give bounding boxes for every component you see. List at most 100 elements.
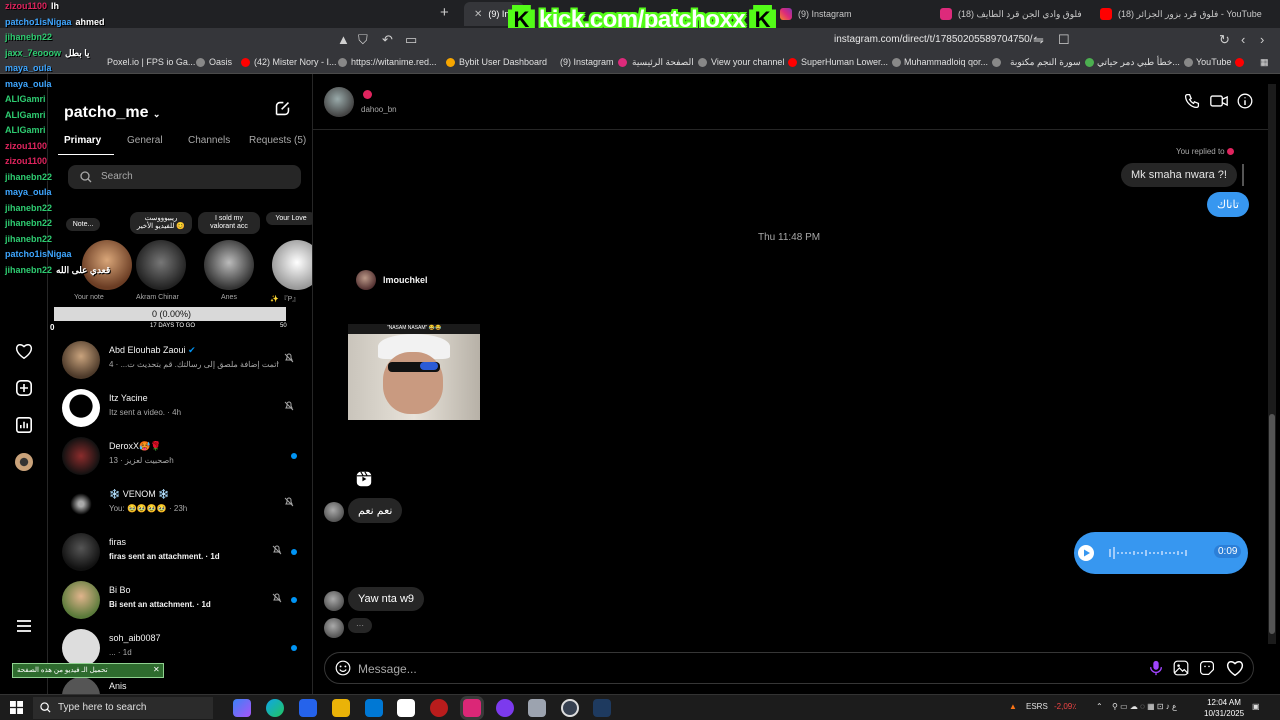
app-icon[interactable] [561,699,579,717]
menu-icon[interactable] [12,614,36,638]
create-icon[interactable] [12,376,36,400]
unread-dot [291,597,297,603]
phone-icon[interactable] [1184,93,1200,112]
conversation-item[interactable]: firas firas sent an attachment. · 1d [48,528,312,576]
screen-icon[interactable]: ▭ [405,32,417,48]
tab-primary[interactable]: Primary [64,135,101,146]
tab-underline [58,154,114,155]
dashboard-icon[interactable] [12,413,36,437]
conversation-item[interactable]: Itz Yacine Itz sent a video. · 4h [48,384,312,432]
tab-youtube-1[interactable]: (18) فلوق وادي الجن قرد الطايف [930,2,1105,26]
bookmark-muhammad[interactable]: Muhammadloiq qor... [904,57,1002,67]
conversation-item[interactable]: DeroxX🥵🌹 صحبيت لعزيز · 13h [48,432,312,480]
conversation-item[interactable]: Bi Bo Bi sent an attachment. · 1d [48,576,312,624]
scrollbar-thumb[interactable] [1269,414,1275,634]
chat-scrollbar[interactable] [1268,84,1276,644]
muted-bell-icon [284,400,294,414]
steam-icon[interactable] [593,699,611,717]
file-explorer-icon[interactable] [332,699,350,717]
bookmark-superhuman[interactable]: SuperHuman Lower... [801,57,902,67]
nav-back-icon[interactable]: ‹ [1241,32,1245,47]
discord-icon[interactable] [496,699,514,717]
tab-requests[interactable]: Requests (5) [249,135,306,146]
account-switcher[interactable]: patcho_me ⌄ [64,104,160,122]
bookmark-bybit[interactable]: Bybit User Dashboard [446,57,547,67]
bookmark-surah[interactable]: سورة النجم مكتوبة [1010,57,1094,68]
store-icon[interactable] [299,699,317,717]
close-tab-icon[interactable]: ✕ [474,9,482,20]
avatar [204,240,254,290]
emoji-icon[interactable] [335,660,351,679]
bookmark-oasis[interactable]: Oasis [196,57,232,67]
avatar [82,240,132,290]
bookmark-youtube[interactable]: YouTube [1196,57,1245,67]
url-field[interactable]: instagram.com/direct/t/17850205589704750… [834,34,1032,45]
info-icon[interactable] [1237,93,1253,112]
shared-reel-thumbnail[interactable]: "NASAM NASAM" 😂😂 [348,324,480,420]
message-incoming[interactable]: Yaw nta w9 [348,587,425,611]
tab-instagram[interactable]: (9) Instagram [770,2,890,26]
reload-icon[interactable]: ↻ [1219,32,1230,48]
app-icon[interactable] [430,699,448,717]
message-incoming[interactable]: نعم نعم [348,498,403,523]
new-message-icon[interactable] [274,100,291,120]
windows-start-icon[interactable] [10,701,23,717]
bookmark-medical[interactable]: خطأ طبي دمر حياتي... [1097,57,1193,68]
bookmark-home[interactable]: الصفحة الرئيسية [632,57,707,68]
bookmark-channel[interactable]: View your channel [711,57,798,67]
conversation-item[interactable]: ❄️ VENOM ❄️ You: 🥹🥹🥹🥹 · 23h [48,480,312,528]
copilot-icon[interactable] [233,699,251,717]
avatar [62,341,100,379]
like-heart-icon[interactable] [1226,660,1244,679]
instagram-nav-rail [0,74,48,694]
image-icon[interactable] [1173,660,1189,679]
nav-forward-icon[interactable]: › [1260,32,1264,47]
extension-icon[interactable]: ▲ [337,32,350,47]
shield-icon[interactable]: ⛉ [358,32,368,48]
taskbar-search-input[interactable]: Type here to search [33,697,213,719]
mail-icon[interactable] [365,699,383,717]
bookmark-witanime[interactable]: https://witanime.red... [338,57,437,67]
notifications-icon[interactable]: ▣ [1252,702,1260,711]
conversation-item[interactable]: Abd Elouhab Zaoui ✔ تمت إضافة ملصق إلى ر… [48,336,312,384]
apps-icon[interactable]: ▦ [1260,57,1269,68]
video-call-icon[interactable] [1210,93,1228,112]
profile-avatar[interactable] [12,450,36,474]
avatar[interactable] [324,87,354,117]
edge-icon[interactable] [266,699,284,717]
message-input[interactable] [358,659,1118,679]
tray-expand-icon[interactable]: ⌃ [1096,702,1103,711]
sticker-icon[interactable] [1199,660,1215,679]
app-icon[interactable] [463,699,481,717]
app-icon[interactable] [397,699,415,717]
stock-widget-icon: ▲ [1009,702,1017,711]
avatar [1226,148,1234,156]
play-button[interactable] [1078,545,1094,561]
microphone-icon[interactable] [1149,660,1163,679]
tab-youtube-2[interactable]: (18) فلوق قرد بزور الجزائر - YouTube [1090,2,1280,26]
reply-quote-bubble[interactable]: Mk smaha nwara ?! [1121,163,1237,187]
video-download-bar[interactable]: تحميل الـ فيديو من هذه الصفحة ✕ [12,663,164,678]
notifications-heart-icon[interactable] [12,339,36,363]
bookmark-instagram[interactable]: (9) Instagram [560,57,627,67]
tray-icons[interactable]: ⚲ ▭ ☁ ◌ ▦ ⊡ ♪ ع [1112,702,1177,711]
muted-bell-icon [272,544,282,558]
search-input[interactable]: Search [68,165,301,189]
system-clock[interactable]: 12:04 AM 10/31/2025 [1204,697,1244,719]
message-outgoing[interactable]: تاناك [1207,192,1249,217]
peer-username[interactable]: dahoo_bn [361,105,397,114]
stock-ticker[interactable]: ESRS [1026,702,1048,711]
back-icon[interactable]: ↶ [382,32,393,48]
tab-channels[interactable]: Channels [188,135,230,146]
tab-general[interactable]: General [127,135,163,146]
bookmark-icon[interactable]: ☐ [1058,32,1070,48]
voice-message[interactable]: 0:09 [1074,532,1248,574]
tune-icon[interactable]: ⇋ [1033,32,1044,48]
bookmark-poxel[interactable]: Poxel.io | FPS io Ga... [107,57,195,67]
new-tab-button[interactable]: + [440,4,449,21]
app-icon[interactable] [528,699,546,717]
shared-from-username[interactable]: lmouchkel [383,275,428,285]
close-icon[interactable]: ✕ [153,665,160,674]
typing-indicator: ··· [348,618,372,633]
bookmark-mister-nory[interactable]: (42) Mister Nory - I... [241,57,337,67]
